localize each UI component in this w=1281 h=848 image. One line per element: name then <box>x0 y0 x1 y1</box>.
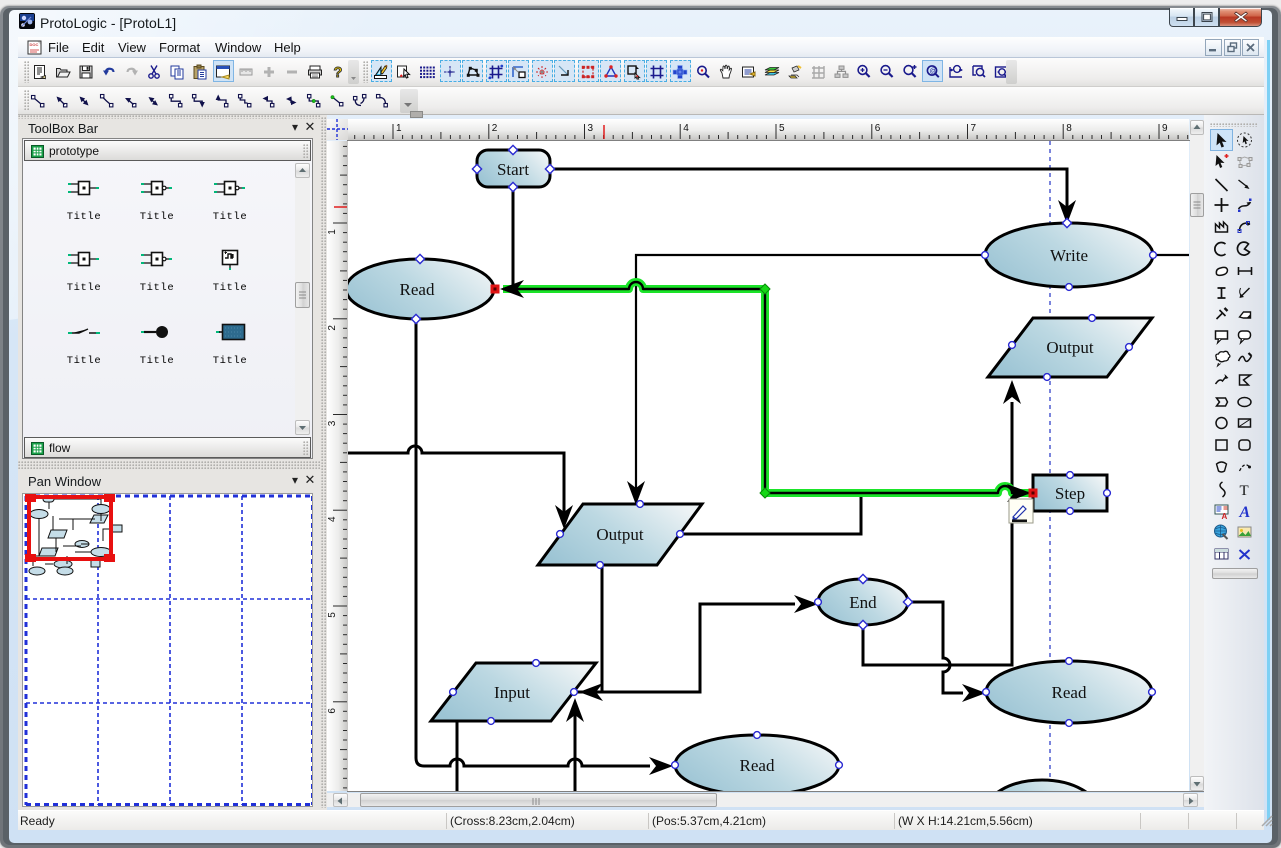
svg-text:Output: Output <box>1046 338 1094 357</box>
svg-text:2: 2 <box>492 123 498 134</box>
svg-text:Write: Write <box>1050 246 1088 265</box>
svg-text:Read: Read <box>1052 683 1087 702</box>
svg-text:3: 3 <box>588 123 594 134</box>
svg-text:5: 5 <box>327 612 338 618</box>
svg-text:1: 1 <box>396 123 402 134</box>
svg-text:4: 4 <box>327 516 338 522</box>
svg-text:Read: Read <box>740 756 775 775</box>
svg-text:Output: Output <box>596 525 644 544</box>
svg-text:9: 9 <box>1162 123 1168 134</box>
svg-text:A: A <box>1239 504 1251 521</box>
svg-text:6: 6 <box>875 123 881 134</box>
svg-text:Start: Start <box>497 160 529 179</box>
svg-text:7: 7 <box>971 123 977 134</box>
svg-text:5: 5 <box>779 123 785 134</box>
svg-text:3: 3 <box>327 420 338 426</box>
svg-text:6: 6 <box>327 708 338 714</box>
svg-text:8: 8 <box>1066 123 1072 134</box>
svg-text:4: 4 <box>683 123 689 134</box>
svg-text:2: 2 <box>327 325 338 331</box>
svg-text:?: ? <box>334 65 343 80</box>
svg-text:1: 1 <box>327 229 338 235</box>
svg-text:Input: Input <box>494 683 530 702</box>
svg-text:Step: Step <box>1055 484 1085 503</box>
svg-text:A: A <box>1222 512 1228 521</box>
svg-text:DOC: DOC <box>30 42 39 47</box>
svg-text:End: End <box>849 593 877 612</box>
svg-text:T: T <box>1240 483 1249 499</box>
svg-text:Read: Read <box>400 280 435 299</box>
